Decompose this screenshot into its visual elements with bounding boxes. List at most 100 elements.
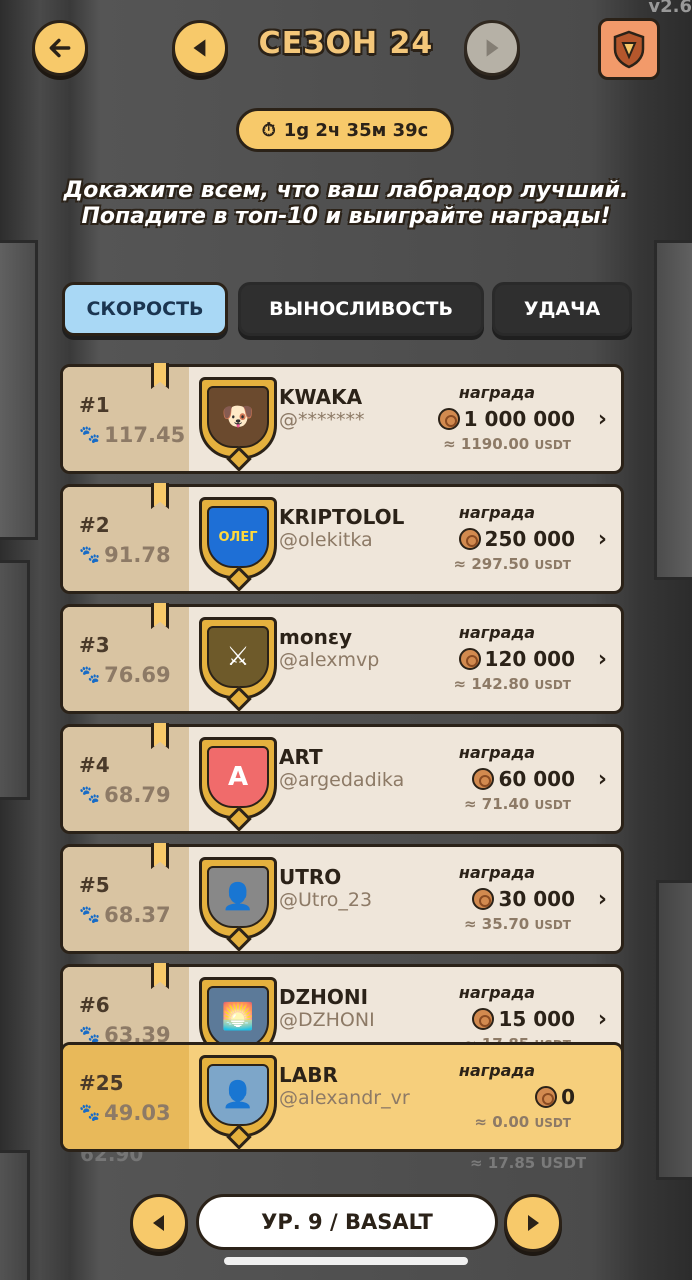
rank-label: #6 <box>79 993 110 1017</box>
reward-value: 15 000 <box>498 1007 575 1031</box>
next-level-button[interactable] <box>504 1194 562 1252</box>
rank-label: #1 <box>79 393 110 417</box>
coin-icon <box>472 768 495 790</box>
next-season-button[interactable] <box>464 20 520 76</box>
leaderboard-row[interactable]: #5 🐾 68.37 👤 UTRO @Utro_23 награда 30 000 ≈ 35.7… <box>60 843 624 954</box>
gem-icon <box>226 446 252 472</box>
player-name: LABR <box>279 1063 338 1087</box>
tab-endurance[interactable]: ВЫНОСЛИВОСТЬ <box>238 282 484 336</box>
row-rank-panel <box>63 727 189 831</box>
player-name: UTRO <box>279 865 342 889</box>
rank-label: #2 <box>79 513 110 537</box>
score-value: 🐾 68.37 <box>79 903 171 927</box>
reward-amount: 1 000 000 <box>437 407 575 431</box>
coin-icon <box>458 648 481 670</box>
reward-label: награда <box>458 383 536 402</box>
gem-icon <box>226 686 252 712</box>
avatar: 🌅 <box>207 986 269 1048</box>
avatar-frame: 👤 <box>199 857 277 952</box>
reward-amount: 30 000 <box>472 887 575 911</box>
reward-label: награда <box>458 1061 536 1080</box>
reward-label: награда <box>458 983 536 1002</box>
player-handle: @argedadika <box>279 769 405 791</box>
avatar: 👤 <box>207 1064 269 1126</box>
leaderboard-row[interactable]: #1 🐾 117.45 🐶 KWAKA @******* награда 1 000 000 ≈… <box>60 363 624 474</box>
shield-icon <box>613 30 645 69</box>
leaderboard-row[interactable]: #2 🐾 91.78 ОЛЕГ KRIPTOLOL @olekitka награда 250… <box>60 483 624 594</box>
paw-icon: 🐾 <box>79 665 101 685</box>
player-handle: @alexandr_vr <box>279 1087 410 1109</box>
usdt-suffix: USDT <box>534 918 571 932</box>
usdt-value: ≈ 0.00 <box>474 1113 530 1131</box>
player-handle: @******* <box>279 409 365 431</box>
usdt-value: ≈ 35.70 <box>463 915 530 933</box>
rank-label: #25 <box>79 1071 124 1095</box>
player-handle: @DZHONI <box>279 1009 375 1031</box>
hidden-row-usdt: ≈ 17.85 USDT <box>470 1154 587 1172</box>
stopwatch-icon: ⏱ <box>261 119 276 141</box>
coin-icon <box>472 888 495 910</box>
usdt-value: ≈ 297.50 <box>453 555 530 573</box>
player-name: monɛy <box>279 625 352 649</box>
version-label: v2.6 <box>648 0 692 17</box>
reward-usdt: ≈ 142.80 USDT <box>454 675 571 693</box>
reward-usdt: ≈ 71.40 USDT <box>464 795 571 813</box>
paw-icon: 🐾 <box>79 905 101 925</box>
reward-amount: 250 000 <box>458 527 575 551</box>
gem-icon <box>226 1124 252 1150</box>
rewards-shield-button[interactable] <box>598 18 660 80</box>
season-title: СЕЗОН 24 <box>258 26 434 61</box>
coin-icon <box>458 528 481 550</box>
avatar-frame: A <box>199 737 277 832</box>
gem-icon <box>226 566 252 592</box>
stone-pillar <box>0 560 30 800</box>
chevron-right-icon: › <box>597 647 607 672</box>
player-handle: @alexmvp <box>279 649 380 671</box>
previous-level-button[interactable] <box>130 1194 188 1252</box>
score-number: 117.45 <box>104 423 186 447</box>
reward-value: 30 000 <box>498 887 575 911</box>
score-value: 🐾 68.79 <box>79 783 171 807</box>
coin-icon <box>437 408 460 430</box>
tab-speed[interactable]: СКОРОСТЬ <box>62 282 228 336</box>
paw-icon: 🐾 <box>79 545 101 565</box>
reward-usdt: ≈ 0.00 USDT <box>474 1113 571 1131</box>
player-name: KRIPTOLOL <box>279 505 405 529</box>
reward-label: награда <box>458 623 536 642</box>
avatar-frame: 🐶 <box>199 377 277 472</box>
reward-value: 250 000 <box>484 527 575 551</box>
reward-amount: 15 000 <box>472 1007 575 1031</box>
usdt-suffix: USDT <box>534 558 571 572</box>
row-rank-panel <box>63 847 189 951</box>
tab-luck[interactable]: УДАЧА <box>492 282 632 336</box>
level-indicator[interactable]: УР. 9 / BASALT <box>196 1194 498 1250</box>
chevron-right-icon: › <box>597 407 607 432</box>
coin-icon <box>472 1008 495 1030</box>
player-name: KWAKA <box>279 385 363 409</box>
score-value: 🐾 76.69 <box>79 663 171 687</box>
row-rank-panel <box>63 367 189 471</box>
reward-label: награда <box>458 743 536 762</box>
score-number: 49.03 <box>104 1101 171 1125</box>
rank-label: #5 <box>79 873 110 897</box>
player-name: DZHONI <box>279 985 369 1009</box>
avatar: 🐶 <box>207 386 269 448</box>
stone-pillar <box>654 240 692 580</box>
back-button[interactable] <box>32 20 88 76</box>
leaderboard-row[interactable]: #4 🐾 68.79 A ART @argedadika награда 60 000 ≈ 71… <box>60 723 624 834</box>
usdt-suffix: USDT <box>534 438 571 452</box>
previous-season-button[interactable] <box>172 20 228 76</box>
my-rank-row[interactable]: #25 🐾 49.03 👤 LABR @alexandr_vr награда 0 ≈ 0.00… <box>60 1042 624 1152</box>
reward-label: награда <box>458 863 536 882</box>
usdt-suffix: USDT <box>534 798 571 812</box>
player-name: ART <box>279 745 323 769</box>
reward-label: награда <box>458 503 536 522</box>
avatar-frame: 👤 <box>199 1055 277 1150</box>
triangle-right-icon <box>486 39 499 57</box>
intro-text: Докажите всем, что ваш лабрадор лучший. … <box>63 178 629 229</box>
reward-usdt: ≈ 297.50 USDT <box>454 555 571 573</box>
usdt-value: ≈ 142.80 <box>453 675 530 693</box>
leaderboard-row[interactable]: #3 🐾 76.69 ⚔ monɛy @alexmvp награда 120 000 ≈ 14… <box>60 603 624 714</box>
reward-value: 60 000 <box>498 767 575 791</box>
score-value: 🐾 117.45 <box>79 423 185 447</box>
